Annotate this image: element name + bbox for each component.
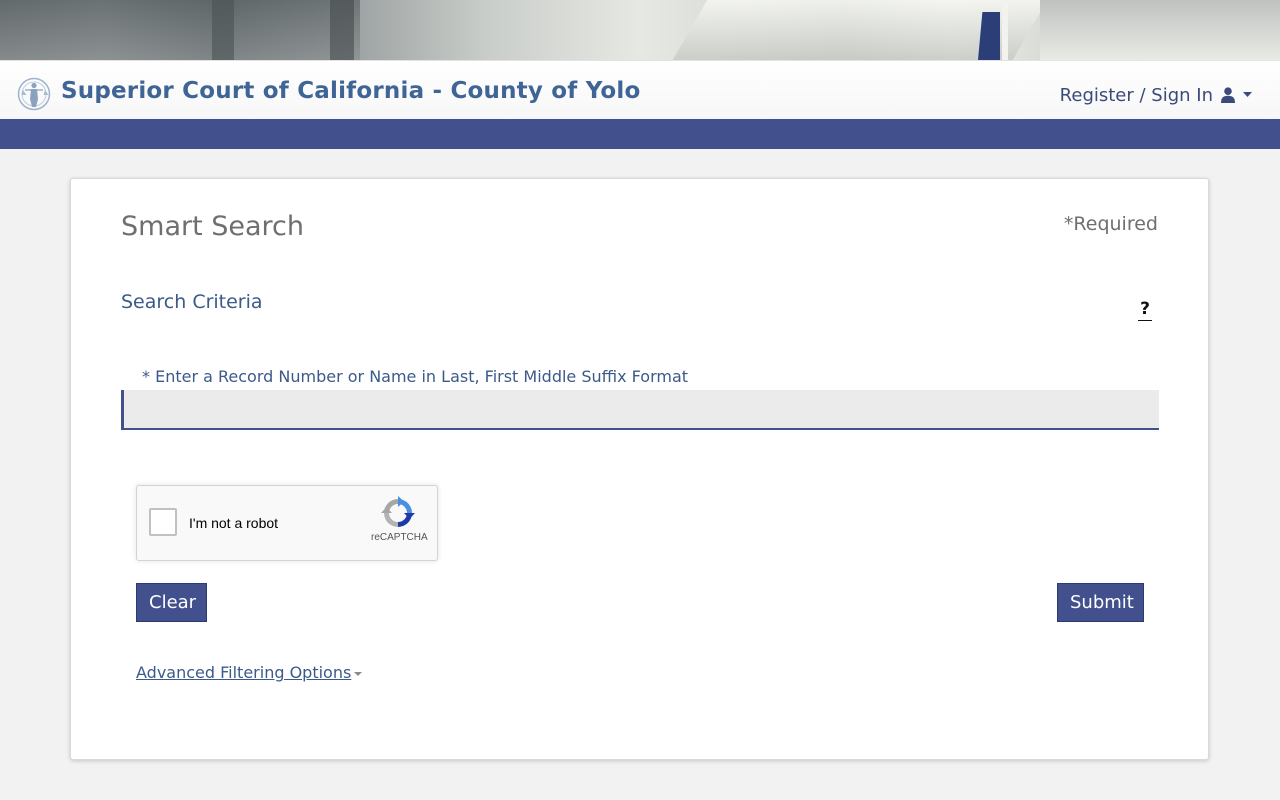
recaptcha-label: I'm not a robot [189, 515, 279, 531]
recaptcha-logo-icon [381, 496, 415, 527]
court-seal-icon[interactable] [17, 77, 51, 111]
caret-down-icon [354, 671, 363, 676]
search-field-label: * Enter a Record Number or Name in Last,… [142, 367, 689, 386]
clear-button[interactable]: Clear [136, 583, 207, 622]
section-title: Search Criteria [121, 291, 263, 313]
signin-label: Register / Sign In [1059, 84, 1213, 106]
search-input[interactable] [121, 390, 1159, 430]
recaptcha-checkbox[interactable] [149, 508, 177, 536]
user-icon [1221, 87, 1235, 103]
smart-search-card: Smart Search *Required Search Criteria ?… [70, 178, 1209, 760]
page-title: Smart Search [121, 211, 305, 242]
register-signin-menu[interactable]: Register / Sign In [1060, 83, 1252, 107]
header-banner-image [0, 0, 1280, 60]
site-title[interactable]: Superior Court of California - County of… [61, 78, 641, 104]
advanced-filtering-label: Advanced Filtering Options [136, 663, 352, 682]
site-header: Superior Court of California - County of… [0, 60, 1280, 119]
recaptcha-brand: reCAPTCHA [371, 532, 428, 543]
advanced-filtering-toggle[interactable]: Advanced Filtering Options [136, 663, 363, 682]
caret-down-icon [1243, 92, 1252, 97]
nav-bar [0, 119, 1280, 149]
help-icon[interactable]: ? [1138, 300, 1152, 321]
required-note: *Required [1063, 213, 1158, 235]
recaptcha-widget: I'm not a robot reCAPTCHA [136, 485, 438, 561]
submit-button[interactable]: Submit [1057, 583, 1144, 622]
